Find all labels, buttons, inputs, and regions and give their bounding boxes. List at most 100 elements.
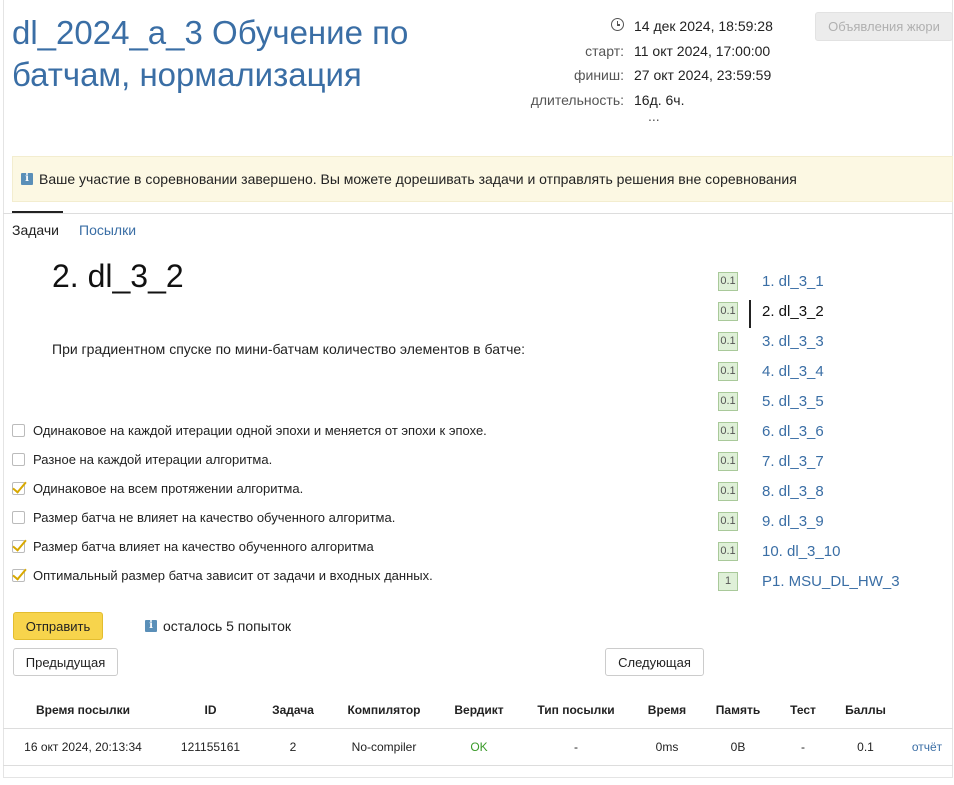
checkbox-checked[interactable]	[12, 539, 25, 553]
info-icon: i	[21, 173, 33, 185]
problem-link[interactable]: 8. dl_3_8	[762, 483, 824, 500]
problem-link-current[interactable]: 2. dl_3_2	[762, 303, 824, 320]
submit-button[interactable]: Отправить	[13, 612, 103, 640]
previous-problem-button[interactable]: Предыдущая	[13, 648, 118, 676]
tab-submissions[interactable]: Посылки	[79, 222, 136, 238]
problem-title: 2. dl_3_2	[52, 258, 184, 294]
finish-label: финиш:	[573, 67, 624, 84]
problem-list-item[interactable]: 0.1 2. dl_3_2	[718, 296, 948, 328]
column-header	[901, 692, 953, 729]
column-header: Время	[634, 692, 700, 729]
cell-problem: 2	[258, 728, 328, 766]
score-badge: 0.1	[718, 541, 738, 561]
column-header: Баллы	[830, 692, 901, 729]
option-text: Одинаковое на каждой итерации одной эпох…	[33, 422, 487, 438]
cell-verdict: OK	[440, 728, 518, 766]
answer-option[interactable]: Разное на каждой итерации алгоритма.	[12, 449, 272, 469]
option-text: Размер батча влияет на качество обученно…	[33, 538, 374, 554]
score-badge: 0.1	[718, 301, 738, 321]
problem-link[interactable]: 1. dl_3_1	[762, 273, 824, 290]
problem-list-item[interactable]: 0.1 1. dl_3_1	[718, 266, 948, 296]
checkbox[interactable]	[12, 423, 25, 437]
checkbox[interactable]	[12, 452, 25, 466]
clock-icon	[611, 18, 624, 32]
cell-memory: 0B	[700, 728, 776, 766]
column-header: Тип посылки	[518, 692, 634, 729]
answer-option[interactable]: Размер батча не влияет на качество обуче…	[12, 507, 395, 527]
start-row: старт: 11 окт 2024, 17:00:00	[500, 39, 800, 64]
score-badge: 0.1	[718, 391, 738, 411]
more-info-toggle[interactable]: ...	[648, 108, 660, 124]
problem-link[interactable]: 6. dl_3_6	[762, 423, 824, 440]
option-text: Размер батча не влияет на качество обуче…	[33, 509, 396, 525]
cell-id: 121155161	[163, 728, 258, 766]
score-badge: 1	[718, 571, 738, 591]
current-problem-marker	[749, 300, 751, 328]
participation-notice: i Ваше участие в соревновании завершено.…	[12, 156, 953, 202]
table-header-row: Время посылки ID Задача Компилятор Верди…	[3, 692, 953, 729]
problem-list-item[interactable]: 1 P1. MSU_DL_HW_3	[718, 566, 948, 596]
cell-test: -	[776, 728, 830, 766]
report-link[interactable]: отчёт	[901, 728, 953, 766]
option-text: Разное на каждой итерации алгоритма.	[33, 451, 273, 467]
problem-list-item[interactable]: 0.1 4. dl_3_4	[718, 356, 948, 386]
option-text: Одинаковое на всем протяжении алгоритма.	[33, 480, 304, 496]
score-badge: 0.1	[718, 271, 738, 291]
duration-value: 16д. 6ч.	[634, 91, 685, 108]
problem-list-item[interactable]: 0.1 10. dl_3_10	[718, 536, 948, 566]
score-badge: 0.1	[718, 421, 738, 441]
problem-list-item[interactable]: 0.1 8. dl_3_8	[718, 476, 948, 506]
score-badge: 0.1	[718, 331, 738, 351]
problem-list-item[interactable]: 0.1 9. dl_3_9	[718, 506, 948, 536]
column-header: Вердикт	[440, 692, 518, 729]
problem-link[interactable]: P1. MSU_DL_HW_3	[762, 573, 900, 590]
problem-list-item[interactable]: 0.1 6. dl_3_6	[718, 416, 948, 446]
submissions-table: Время посылки ID Задача Компилятор Верди…	[3, 692, 953, 766]
checkbox-checked[interactable]	[12, 481, 25, 495]
score-badge: 0.1	[718, 451, 738, 471]
problem-link[interactable]: 5. dl_3_5	[762, 393, 824, 410]
duration-label: длительность:	[530, 91, 624, 108]
problem-link[interactable]: 7. dl_3_7	[762, 453, 824, 470]
option-text: Оптимальный размер батча зависит от зада…	[33, 567, 433, 583]
next-problem-button[interactable]: Следующая	[605, 648, 704, 676]
column-header: Память	[700, 692, 776, 729]
problem-list-item[interactable]: 0.1 5. dl_3_5	[718, 386, 948, 416]
attempts-text: осталось 5 попыток	[163, 618, 291, 634]
score-badge: 0.1	[718, 511, 738, 531]
info-icon: i	[145, 620, 157, 632]
attempts-remaining: i осталось 5 попыток	[145, 618, 291, 634]
answer-option[interactable]: Одинаковое на всем протяжении алгоритма.	[12, 478, 303, 498]
cell-compiler: No-compiler	[328, 728, 440, 766]
contest-title: dl_2024_a_3 Обучение по батчам, нормализ…	[12, 14, 409, 93]
checkbox-checked[interactable]	[12, 568, 25, 582]
checkbox[interactable]	[12, 510, 25, 524]
column-header: Задача	[258, 692, 328, 729]
answer-option[interactable]: Одинаковое на каждой итерации одной эпох…	[12, 420, 487, 440]
problem-link[interactable]: 3. dl_3_3	[762, 333, 824, 350]
current-time-row: 14 дек 2024, 18:59:28	[500, 14, 800, 39]
tab-tasks[interactable]: Задачи	[12, 222, 59, 238]
problem-statement: При градиентном спуске по мини-батчам ко…	[52, 341, 526, 357]
jury-announcements-button[interactable]: Объявления жюри	[815, 12, 953, 41]
answer-option[interactable]: Размер батча влияет на качество обученно…	[12, 536, 374, 556]
cell-time: 0ms	[634, 728, 700, 766]
current-time: 14 дек 2024, 18:59:28	[634, 18, 773, 35]
score-badge: 0.1	[718, 481, 738, 501]
tabs-divider	[3, 213, 953, 214]
problem-link[interactable]: 10. dl_3_10	[762, 543, 840, 560]
cell-submission-type: -	[518, 728, 634, 766]
finish-value: 27 окт 2024, 23:59:59	[634, 67, 772, 84]
column-header: Компилятор	[328, 692, 440, 729]
problem-link[interactable]: 9. dl_3_9	[762, 513, 824, 530]
start-label: старт:	[585, 42, 624, 59]
problem-link[interactable]: 4. dl_3_4	[762, 363, 824, 380]
start-value: 11 окт 2024, 17:00:00	[634, 42, 771, 59]
column-header: Время посылки	[3, 692, 163, 729]
answer-option[interactable]: Оптимальный размер батча зависит от зада…	[12, 565, 433, 585]
problem-list-item[interactable]: 0.1 7. dl_3_7	[718, 446, 948, 476]
problem-list-item[interactable]: 0.1 3. dl_3_3	[718, 326, 948, 356]
cell-submit-time: 16 окт 2024, 20:13:34	[3, 728, 163, 766]
score-badge: 0.1	[718, 361, 738, 381]
column-header: Тест	[776, 692, 830, 729]
